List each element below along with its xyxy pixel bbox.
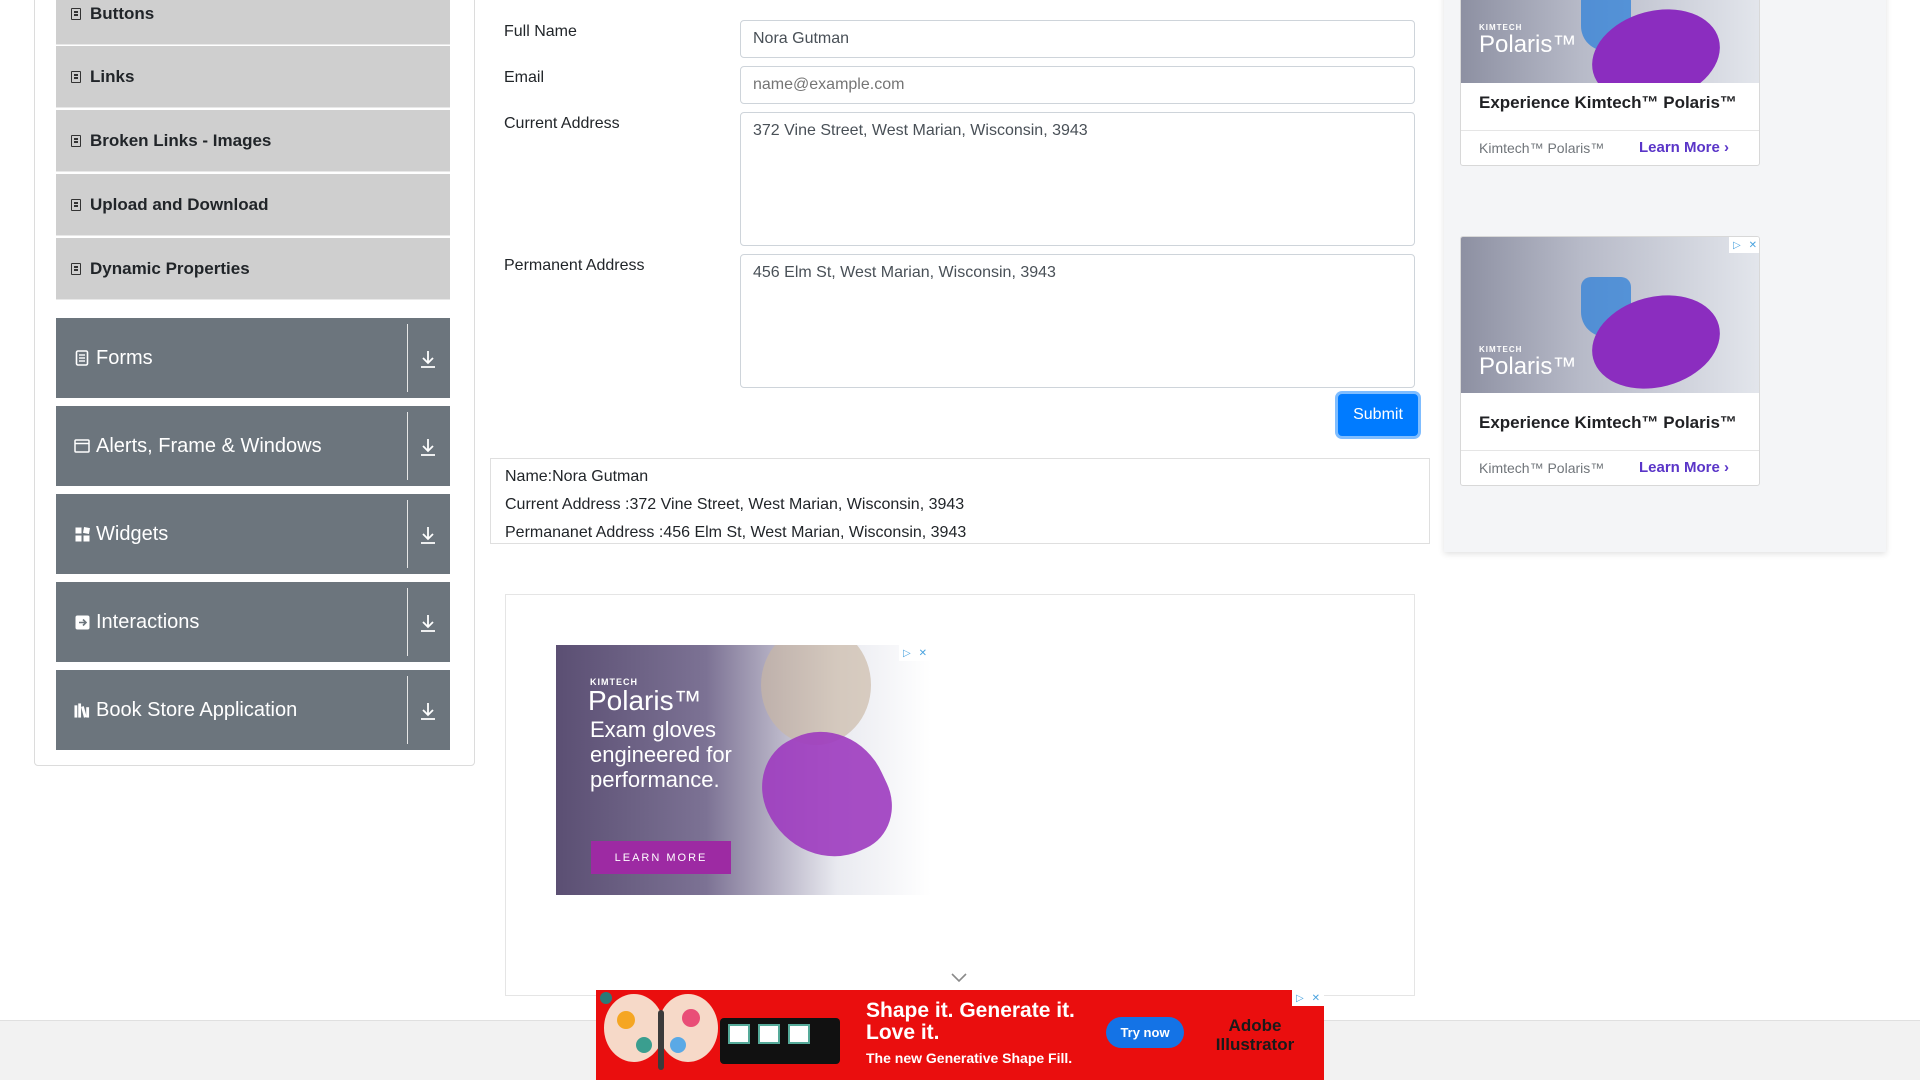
adchoices-icon[interactable]: ▷ bbox=[903, 648, 911, 659]
ad-learn-more-button[interactable]: LEARN MORE bbox=[591, 841, 731, 874]
close-icon[interactable]: ✕ bbox=[1749, 240, 1757, 251]
output-name: Name:Nora Gutman bbox=[505, 468, 649, 485]
ad-card-source: Kimtech™ Polaris™ bbox=[1479, 140, 1605, 156]
full-name-label: Full Name bbox=[504, 23, 577, 40]
sidebar-item-broken-links[interactable]: Broken Links - Images bbox=[56, 110, 450, 172]
window-icon bbox=[74, 438, 90, 454]
ad-card-title[interactable]: Experience Kimtech™ Polaris™ bbox=[1479, 413, 1737, 433]
html5-icon bbox=[70, 198, 82, 211]
output-current-address: Current Address :372 Vine Street, West M… bbox=[505, 496, 965, 513]
sidebar-group-alerts[interactable]: Alerts, Frame & Windows bbox=[56, 406, 450, 486]
ad-learn-more-label: Learn More bbox=[1639, 459, 1720, 476]
sidebar-group-forms[interactable]: Forms bbox=[56, 318, 450, 398]
sidebar-item-dynamic-properties[interactable]: Dynamic Properties bbox=[56, 238, 450, 300]
email-label: Email bbox=[504, 69, 545, 86]
chevron-right-icon: › bbox=[1724, 459, 1730, 476]
divider bbox=[407, 588, 408, 656]
divider bbox=[407, 676, 408, 744]
chevron-down-icon[interactable] bbox=[950, 972, 968, 984]
widgets-grid-icon bbox=[74, 526, 90, 542]
full-name-input[interactable] bbox=[740, 20, 1415, 58]
download-icon[interactable] bbox=[418, 612, 438, 634]
ad-choices-close[interactable]: ▷ ✕ bbox=[1729, 237, 1759, 253]
document-icon bbox=[74, 350, 90, 366]
interactions-icon bbox=[74, 614, 90, 630]
download-icon[interactable] bbox=[418, 348, 438, 370]
ad-brand: Polaris™ bbox=[1479, 31, 1577, 58]
ad-card-image: KIMTECH Polaris™ bbox=[1461, 0, 1759, 83]
ad-card-title[interactable]: Experience Kimtech™ Polaris™ bbox=[1479, 93, 1737, 113]
sidebar-item-label: Buttons bbox=[90, 3, 155, 23]
books-icon bbox=[74, 702, 90, 718]
submit-button[interactable]: Submit bbox=[1338, 394, 1418, 436]
html5-icon bbox=[70, 70, 82, 83]
sidebar-group-book-store[interactable]: Book Store Application bbox=[56, 670, 450, 750]
adchoices-icon[interactable]: ▷ bbox=[1296, 993, 1304, 1004]
sidebar-item-label: Dynamic Properties bbox=[90, 258, 250, 278]
divider bbox=[1461, 450, 1759, 451]
ad-choices-close[interactable]: ▷ ✕ bbox=[899, 645, 931, 661]
ad-card-image: KIMTECH Polaris™ ▷ ✕ bbox=[1461, 237, 1759, 393]
sidebar-group-interactions[interactable]: Interactions bbox=[56, 582, 450, 662]
divider bbox=[407, 412, 408, 480]
ad-brand: Polaris™ bbox=[1479, 353, 1577, 380]
sidebar-group-label: Alerts, Frame & Windows bbox=[96, 434, 322, 457]
close-icon[interactable]: ✕ bbox=[919, 648, 927, 659]
permanent-address-label: Permanent Address bbox=[504, 257, 645, 274]
try-now-button[interactable]: Try now bbox=[1106, 1017, 1184, 1048]
download-icon[interactable] bbox=[418, 700, 438, 722]
sidebar-item-buttons[interactable]: Buttons bbox=[56, 0, 450, 45]
chevron-right-icon: › bbox=[1724, 139, 1730, 156]
ad-card[interactable]: KIMTECH Polaris™ ▷ ✕ Experience Kimtech™… bbox=[1460, 236, 1760, 486]
html5-icon bbox=[70, 7, 82, 20]
download-icon[interactable] bbox=[418, 436, 438, 458]
ad-thumbnails bbox=[720, 1018, 840, 1064]
current-address-textarea[interactable] bbox=[740, 112, 1415, 246]
ad-learn-more-label: Learn More bbox=[1639, 139, 1720, 156]
sidebar-item-upload-download[interactable]: Upload and Download bbox=[56, 174, 450, 236]
html5-icon bbox=[70, 262, 82, 275]
ad-choices-close[interactable]: ▷ ✕ bbox=[1292, 990, 1324, 1006]
sidebar-item-label: Links bbox=[90, 66, 135, 86]
permanent-address-textarea[interactable] bbox=[740, 254, 1415, 388]
sidebar-group-label: Book Store Application bbox=[96, 698, 298, 721]
sidebar-group-label: Forms bbox=[96, 346, 153, 369]
ad-slogan: Exam gloves engineered for performance. bbox=[590, 717, 732, 792]
download-icon[interactable] bbox=[418, 524, 438, 546]
adobe-ad-banner[interactable]: Shape it. Generate it. Love it. The new … bbox=[596, 990, 1324, 1080]
sidebar-group-label: Interactions bbox=[96, 610, 200, 633]
output-permanent-address: Permananet Address :456 Elm St, West Mar… bbox=[505, 524, 967, 541]
ad-product-name: Adobe Illustrator bbox=[1215, 1016, 1295, 1054]
close-icon[interactable]: ✕ bbox=[1312, 993, 1320, 1004]
ad-brand: Polaris™ bbox=[588, 685, 702, 716]
ad-subline: The new Generative Shape Fill. bbox=[866, 1050, 1073, 1066]
sidebar-item-label: Upload and Download bbox=[90, 194, 269, 214]
output-panel: Name:Nora Gutman Current Address :372 Vi… bbox=[490, 458, 1430, 544]
sidebar-item-label: Broken Links - Images bbox=[90, 130, 272, 150]
divider bbox=[407, 324, 408, 392]
adchoices-icon[interactable]: ▷ bbox=[1733, 240, 1741, 251]
divider bbox=[1461, 130, 1759, 131]
butterfly-illustration-icon bbox=[600, 992, 718, 1070]
ad-learn-more-link[interactable]: Learn More › bbox=[1639, 459, 1729, 476]
ad-card-source: Kimtech™ Polaris™ bbox=[1479, 460, 1605, 476]
email-input[interactable] bbox=[740, 66, 1415, 104]
divider bbox=[407, 500, 408, 568]
sidebar-group-widgets[interactable]: Widgets bbox=[56, 494, 450, 574]
current-address-label: Current Address bbox=[504, 115, 620, 132]
kimtech-ad-banner[interactable]: KIMTECH Polaris™ Exam gloves engineered … bbox=[556, 645, 931, 895]
ad-headline: Shape it. Generate it. Love it. bbox=[866, 999, 1075, 1044]
sidebar-item-links[interactable]: Links bbox=[56, 46, 450, 108]
ad-card[interactable]: KIMTECH Polaris™ Experience Kimtech™ Pol… bbox=[1460, 0, 1760, 166]
html5-icon bbox=[70, 134, 82, 147]
right-ad-column: KIMTECH Polaris™ Experience Kimtech™ Pol… bbox=[1444, 0, 1886, 552]
ad-learn-more-link[interactable]: Learn More › bbox=[1639, 139, 1729, 156]
sidebar-group-label: Widgets bbox=[96, 522, 169, 545]
